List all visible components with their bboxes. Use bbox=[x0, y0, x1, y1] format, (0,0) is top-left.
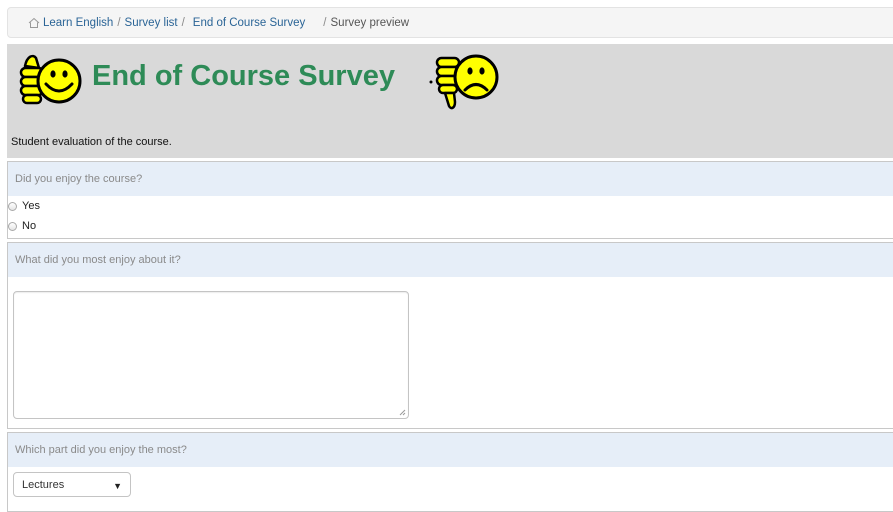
breadcrumb: Learn English / Survey list / End of Cou… bbox=[7, 7, 893, 38]
radio-button[interactable] bbox=[8, 221, 17, 231]
question-label: Did you enjoy the course? bbox=[8, 162, 893, 196]
breadcrumb-separator: / bbox=[117, 16, 121, 29]
thumbs-up-smiley-icon bbox=[19, 54, 82, 105]
survey-banner: End of Course Survey Student evaluation … bbox=[7, 44, 893, 158]
radio-button[interactable] bbox=[8, 201, 17, 211]
breadcrumb-separator: / bbox=[323, 16, 327, 29]
question-3: Which part did you enjoy the most? Lectu… bbox=[7, 432, 893, 512]
breadcrumb-learn-english[interactable]: Learn English bbox=[43, 17, 113, 29]
breadcrumb-end-of-course-survey[interactable]: End of Course Survey bbox=[193, 17, 306, 29]
question-1: Did you enjoy the course? Yes No bbox=[7, 161, 893, 239]
home-icon[interactable] bbox=[28, 17, 40, 29]
resize-grip-icon[interactable] bbox=[399, 409, 406, 416]
part-select[interactable]: Lectures ▼ bbox=[13, 472, 131, 497]
breadcrumb-current: Survey preview bbox=[330, 16, 410, 29]
radio-option-yes[interactable]: Yes bbox=[8, 196, 893, 216]
question-2: What did you most enjoy about it? bbox=[7, 242, 893, 429]
breadcrumb-separator: / bbox=[181, 16, 185, 29]
radio-option-no[interactable]: No bbox=[8, 216, 893, 236]
question-label: Which part did you enjoy the most? bbox=[8, 433, 893, 467]
question-label: What did you most enjoy about it? bbox=[8, 243, 893, 277]
survey-description: Student evaluation of the course. bbox=[11, 136, 172, 148]
select-value: Lectures bbox=[22, 478, 65, 491]
caret-down-icon: ▼ bbox=[113, 481, 122, 491]
survey-title: End of Course Survey bbox=[92, 60, 395, 92]
answer-textarea[interactable] bbox=[13, 291, 409, 419]
radio-label: Yes bbox=[22, 200, 40, 212]
radio-label: No bbox=[22, 220, 37, 232]
breadcrumb-survey-list[interactable]: Survey list bbox=[125, 17, 178, 29]
thumbs-down-frown-icon bbox=[429, 54, 499, 110]
